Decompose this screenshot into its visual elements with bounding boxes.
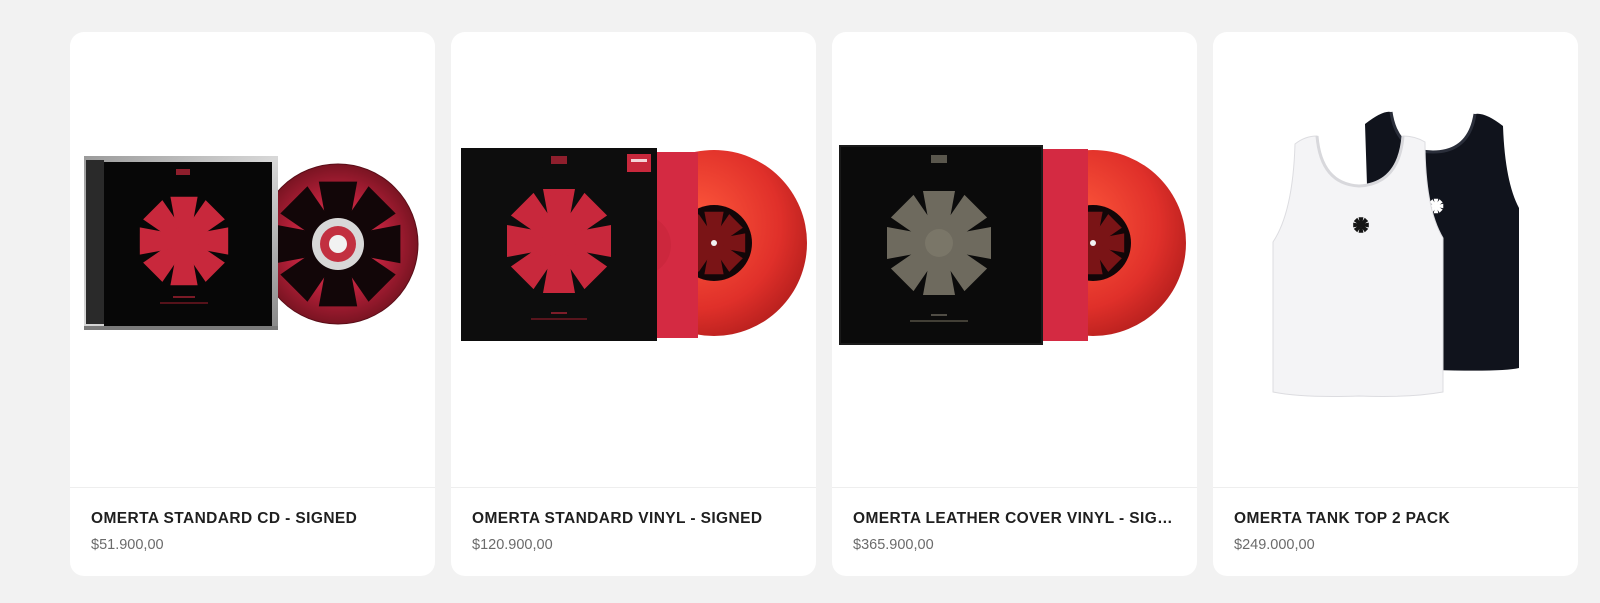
product-title[interactable]: OMERTA STANDARD CD - SIGNED xyxy=(91,510,416,528)
product-price: $120.900,00 xyxy=(472,537,553,553)
divider xyxy=(70,487,435,488)
product-card[interactable]: OMERTA TANK TOP 2 PACK $249.000,00 xyxy=(1213,32,1578,576)
product-price: $51.900,00 xyxy=(91,537,164,553)
product-image[interactable] xyxy=(1213,32,1578,487)
product-card[interactable]: OMERTA STANDARD CD - SIGNED $51.900,00 xyxy=(70,32,435,576)
product-price: $365.900,00 xyxy=(853,537,934,553)
product-card[interactable]: OMERTA STANDARD VINYL - SIGNED $120.900,… xyxy=(451,32,816,576)
product-image[interactable] xyxy=(451,32,816,487)
divider xyxy=(451,487,816,488)
product-title[interactable]: OMERTA LEATHER COVER VINYL - SIGNED xyxy=(853,510,1178,528)
product-title[interactable]: OMERTA STANDARD VINYL - SIGNED xyxy=(472,510,797,528)
product-image[interactable] xyxy=(70,32,435,487)
product-image[interactable] xyxy=(832,32,1197,487)
divider xyxy=(1213,487,1578,488)
product-title[interactable]: OMERTA TANK TOP 2 PACK xyxy=(1234,510,1559,528)
divider xyxy=(832,487,1197,488)
product-card[interactable]: OMERTA LEATHER COVER VINYL - SIGNED $365… xyxy=(832,32,1197,576)
product-price: $249.000,00 xyxy=(1234,537,1315,553)
product-grid: OMERTA STANDARD CD - SIGNED $51.900,00 O… xyxy=(70,32,1578,576)
